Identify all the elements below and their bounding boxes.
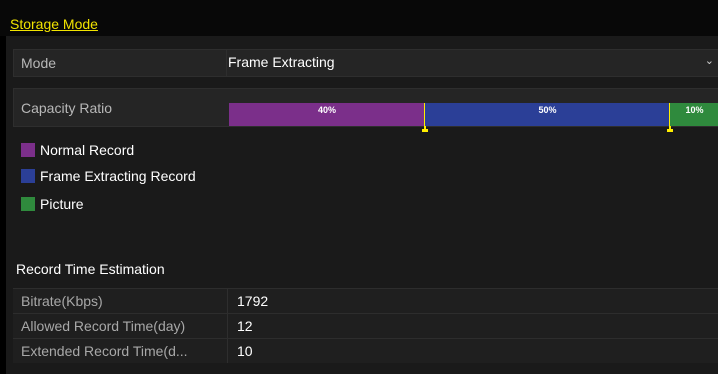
legend-swatch	[21, 169, 35, 183]
legend-label: Normal Record	[40, 142, 135, 158]
mode-select-value: Frame Extracting	[228, 54, 335, 70]
legend-swatch	[21, 197, 35, 211]
row-divider	[226, 50, 227, 76]
estimation-value: 1792	[237, 293, 269, 309]
mode-select[interactable]: Frame Extracting ⌄	[228, 54, 718, 74]
row-divider	[227, 339, 228, 363]
estimation-value: 12	[237, 318, 253, 334]
chevron-down-icon: ⌄	[704, 55, 714, 67]
tab-bar: Storage Mode	[0, 0, 718, 36]
record-time-estimation-title: Record Time Estimation	[16, 261, 165, 277]
estimation-label: Bitrate(Kbps)	[21, 293, 103, 309]
row-divider	[227, 314, 228, 338]
estimation-label: Allowed Record Time(day)	[21, 318, 186, 334]
capacity-ratio-bar[interactable]: 40% 50% 10%	[229, 103, 718, 132]
estimation-value: 10	[237, 343, 253, 359]
estimation-label: Extended Record Time(d...	[21, 343, 188, 359]
capacity-segment: 40%	[229, 103, 425, 126]
legend-swatch	[21, 143, 35, 157]
tab-storage-mode[interactable]: Storage Mode	[7, 14, 101, 34]
estimation-row: Extended Record Time(d... 10	[13, 338, 718, 363]
mode-row: Mode Frame Extracting ⌄	[13, 49, 718, 77]
mode-label: Mode	[21, 55, 57, 71]
capacity-segment: 50%	[425, 103, 670, 126]
estimation-row: Allowed Record Time(day) 12	[13, 313, 718, 338]
estimation-row: Bitrate(Kbps) 1792	[13, 288, 718, 313]
capacity-ratio-label: Capacity Ratio	[21, 100, 113, 116]
row-divider	[227, 289, 228, 313]
legend-label: Frame Extracting Record	[40, 168, 196, 184]
capacity-segment: 10%	[670, 103, 718, 126]
legend-label: Picture	[40, 196, 84, 212]
